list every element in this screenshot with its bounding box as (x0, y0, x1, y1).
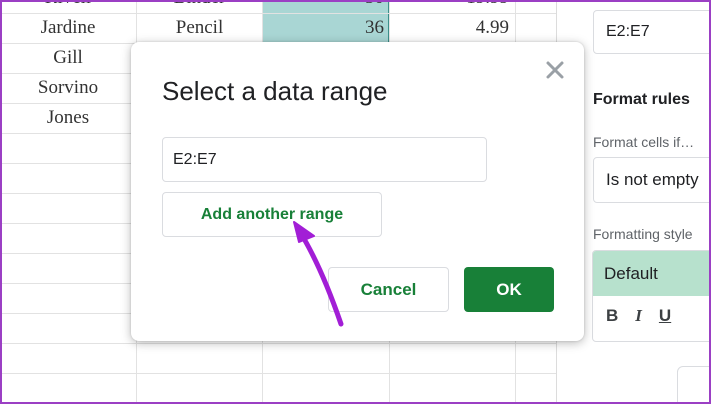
italic-button[interactable]: I (635, 306, 642, 326)
cell-item[interactable]: Binder (137, 0, 262, 13)
panel-bottom-button[interactable] (677, 366, 711, 404)
cancel-button[interactable]: Cancel (328, 267, 449, 312)
cell-qty[interactable]: 36 (262, 13, 384, 43)
cell-name[interactable]: Gill (0, 43, 136, 73)
ok-button[interactable]: OK (464, 267, 554, 312)
cell-name[interactable]: Rivell (0, 0, 136, 13)
format-cells-if-label: Format cells if… (593, 134, 695, 150)
cell-name[interactable]: Jones (0, 103, 136, 133)
underline-button[interactable]: U (659, 306, 671, 326)
add-another-range-button[interactable]: Add another range (162, 192, 382, 237)
style-preview-dropdown[interactable]: Default (593, 251, 711, 296)
close-icon[interactable] (543, 58, 567, 82)
condition-dropdown[interactable]: Is not empty (593, 157, 711, 203)
cell-item[interactable]: Pencil (137, 13, 262, 43)
range-input[interactable] (162, 137, 487, 182)
style-toolbar: B I U (593, 296, 711, 326)
formatting-style-box: Default B I U (592, 250, 711, 342)
dialog-title: Select a data range (162, 76, 388, 106)
cell-name[interactable]: Jardine (0, 13, 136, 43)
panel-range-field[interactable]: E2:E7 (593, 10, 711, 54)
cell-qty[interactable]: 50 (262, 0, 384, 13)
grid-row-line (0, 343, 556, 344)
format-rules-title: Format rules (593, 91, 690, 108)
cell-name[interactable]: Sorvino (0, 73, 136, 103)
bold-button[interactable]: B (606, 306, 618, 326)
formatting-style-label: Formatting style (593, 226, 693, 242)
cell-price[interactable]: 19.99 (389, 0, 509, 13)
cell-price[interactable]: 4.99 (389, 13, 509, 43)
grid-row-line (0, 373, 556, 374)
select-data-range-dialog: Select a data range Add another range Ca… (131, 42, 584, 341)
